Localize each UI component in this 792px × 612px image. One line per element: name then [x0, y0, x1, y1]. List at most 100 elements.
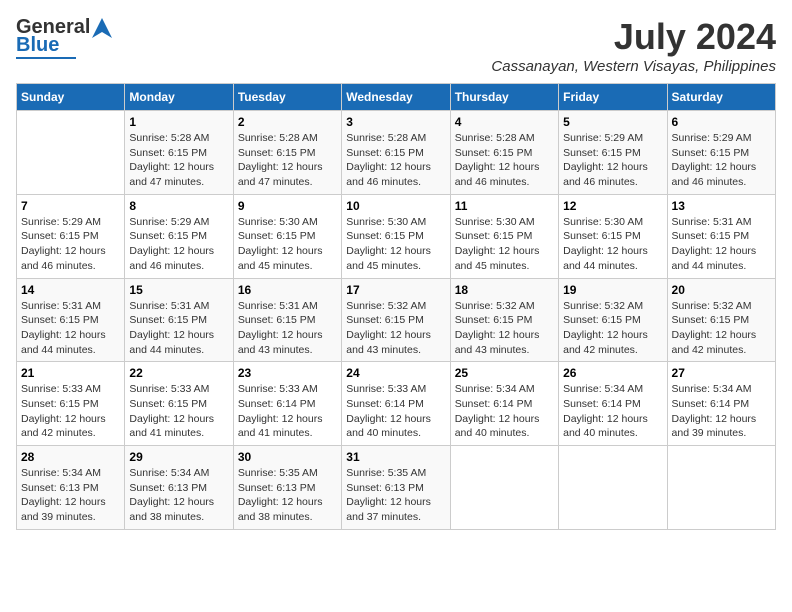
calendar-cell: 5 Sunrise: 5:29 AM Sunset: 6:15 PM Daylig… — [559, 111, 667, 195]
day-info: Sunrise: 5:32 AM Sunset: 6:15 PM Dayligh… — [346, 299, 445, 358]
day-info: Sunrise: 5:35 AM Sunset: 6:13 PM Dayligh… — [346, 466, 445, 525]
calendar-header-row: SundayMondayTuesdayWednesdayThursdayFrid… — [17, 84, 776, 111]
day-number: 2 — [238, 115, 337, 129]
column-header-sunday: Sunday — [17, 84, 125, 111]
day-info: Sunrise: 5:28 AM Sunset: 6:15 PM Dayligh… — [129, 131, 228, 190]
day-number: 20 — [672, 283, 771, 297]
day-info: Sunrise: 5:29 AM Sunset: 6:15 PM Dayligh… — [563, 131, 662, 190]
day-number: 10 — [346, 199, 445, 213]
column-header-wednesday: Wednesday — [342, 84, 450, 111]
day-number: 16 — [238, 283, 337, 297]
day-info: Sunrise: 5:29 AM Sunset: 6:15 PM Dayligh… — [21, 215, 120, 274]
calendar-cell: 16 Sunrise: 5:31 AM Sunset: 6:15 PM Dayli… — [233, 278, 341, 362]
day-info: Sunrise: 5:30 AM Sunset: 6:15 PM Dayligh… — [455, 215, 554, 274]
day-info: Sunrise: 5:33 AM Sunset: 6:15 PM Dayligh… — [129, 382, 228, 441]
day-info: Sunrise: 5:31 AM Sunset: 6:15 PM Dayligh… — [238, 299, 337, 358]
calendar-cell: 29Sunrise: 5:34 AM Sunset: 6:13 PM Dayli… — [125, 446, 233, 530]
calendar-cell: 31 Sunrise: 5:35 AM Sunset: 6:13 PM Dayli… — [342, 446, 450, 530]
day-number: 23 — [238, 366, 337, 380]
calendar-cell: 17 Sunrise: 5:32 AM Sunset: 6:15 PM Dayli… — [342, 278, 450, 362]
calendar-cell: 11 Sunrise: 5:30 AM Sunset: 6:15 PM Dayli… — [450, 194, 558, 278]
calendar-cell — [17, 111, 125, 195]
calendar-cell: 30 Sunrise: 5:35 AM Sunset: 6:13 PM Dayli… — [233, 446, 341, 530]
calendar-week-row: 1 Sunrise: 5:28 AM Sunset: 6:15 PM Daylig… — [17, 111, 776, 195]
logo-bird-icon — [92, 18, 112, 38]
day-number: 24 — [346, 366, 445, 380]
day-info: Sunrise: 5:30 AM Sunset: 6:15 PM Dayligh… — [563, 215, 662, 274]
day-number: 15 — [129, 283, 228, 297]
day-number: 17 — [346, 283, 445, 297]
calendar-cell — [450, 446, 558, 530]
calendar-cell: 25Sunrise: 5:34 AM Sunset: 6:14 PM Dayli… — [450, 362, 558, 446]
day-info: Sunrise: 5:31 AM Sunset: 6:15 PM Dayligh… — [672, 215, 771, 274]
month-year-title: July 2024 — [491, 16, 776, 58]
calendar-cell: 20 Sunrise: 5:32 AM Sunset: 6:15 PM Dayli… — [667, 278, 775, 362]
calendar-cell: 13 Sunrise: 5:31 AM Sunset: 6:15 PM Dayli… — [667, 194, 775, 278]
column-header-saturday: Saturday — [667, 84, 775, 111]
logo-underline — [16, 57, 76, 59]
calendar-week-row: 28Sunrise: 5:34 AM Sunset: 6:13 PM Dayli… — [17, 446, 776, 530]
day-number: 18 — [455, 283, 554, 297]
calendar-cell: 4 Sunrise: 5:28 AM Sunset: 6:15 PM Daylig… — [450, 111, 558, 195]
day-info: Sunrise: 5:28 AM Sunset: 6:15 PM Dayligh… — [346, 131, 445, 190]
day-info: Sunrise: 5:29 AM Sunset: 6:15 PM Dayligh… — [672, 131, 771, 190]
calendar-cell: 24Sunrise: 5:33 AM Sunset: 6:14 PM Dayli… — [342, 362, 450, 446]
day-info: Sunrise: 5:28 AM Sunset: 6:15 PM Dayligh… — [455, 131, 554, 190]
day-number: 21 — [21, 366, 120, 380]
day-info: Sunrise: 5:32 AM Sunset: 6:15 PM Dayligh… — [672, 299, 771, 358]
calendar-cell: 23Sunrise: 5:33 AM Sunset: 6:14 PM Dayli… — [233, 362, 341, 446]
calendar-cell: 3 Sunrise: 5:28 AM Sunset: 6:15 PM Daylig… — [342, 111, 450, 195]
day-number: 13 — [672, 199, 771, 213]
day-number: 31 — [346, 450, 445, 464]
day-number: 1 — [129, 115, 228, 129]
day-number: 3 — [346, 115, 445, 129]
day-info: Sunrise: 5:31 AM Sunset: 6:15 PM Dayligh… — [129, 299, 228, 358]
calendar-cell: 18Sunrise: 5:32 AM Sunset: 6:15 PM Dayli… — [450, 278, 558, 362]
day-number: 11 — [455, 199, 554, 213]
day-number: 26 — [563, 366, 662, 380]
location-subtitle: Cassanayan, Western Visayas, Philippines — [491, 58, 776, 75]
calendar-cell: 12 Sunrise: 5:30 AM Sunset: 6:15 PM Dayli… — [559, 194, 667, 278]
day-number: 29 — [129, 450, 228, 464]
title-area: July 2024 Cassanayan, Western Visayas, P… — [491, 16, 776, 75]
calendar-cell: 22 Sunrise: 5:33 AM Sunset: 6:15 PM Dayli… — [125, 362, 233, 446]
day-info: Sunrise: 5:30 AM Sunset: 6:15 PM Dayligh… — [346, 215, 445, 274]
calendar-cell — [667, 446, 775, 530]
calendar-cell: 6 Sunrise: 5:29 AM Sunset: 6:15 PM Daylig… — [667, 111, 775, 195]
day-number: 9 — [238, 199, 337, 213]
calendar-week-row: 7 Sunrise: 5:29 AM Sunset: 6:15 PM Daylig… — [17, 194, 776, 278]
calendar-cell: 28Sunrise: 5:34 AM Sunset: 6:13 PM Dayli… — [17, 446, 125, 530]
calendar-cell: 7 Sunrise: 5:29 AM Sunset: 6:15 PM Daylig… — [17, 194, 125, 278]
day-number: 22 — [129, 366, 228, 380]
calendar-week-row: 21 Sunrise: 5:33 AM Sunset: 6:15 PM Dayli… — [17, 362, 776, 446]
day-info: Sunrise: 5:29 AM Sunset: 6:15 PM Dayligh… — [129, 215, 228, 274]
page-header: General Blue July 2024 Cassanayan, Weste… — [16, 16, 776, 75]
day-info: Sunrise: 5:34 AM Sunset: 6:14 PM Dayligh… — [672, 382, 771, 441]
day-number: 6 — [672, 115, 771, 129]
day-number: 8 — [129, 199, 228, 213]
column-header-friday: Friday — [559, 84, 667, 111]
day-number: 30 — [238, 450, 337, 464]
calendar-cell: 10 Sunrise: 5:30 AM Sunset: 6:15 PM Dayli… — [342, 194, 450, 278]
day-info: Sunrise: 5:34 AM Sunset: 6:13 PM Dayligh… — [21, 466, 120, 525]
calendar-cell: 15 Sunrise: 5:31 AM Sunset: 6:15 PM Dayli… — [125, 278, 233, 362]
day-info: Sunrise: 5:31 AM Sunset: 6:15 PM Dayligh… — [21, 299, 120, 358]
calendar-week-row: 14Sunrise: 5:31 AM Sunset: 6:15 PM Dayli… — [17, 278, 776, 362]
day-info: Sunrise: 5:33 AM Sunset: 6:15 PM Dayligh… — [21, 382, 120, 441]
day-info: Sunrise: 5:32 AM Sunset: 6:15 PM Dayligh… — [563, 299, 662, 358]
calendar-cell: 1 Sunrise: 5:28 AM Sunset: 6:15 PM Daylig… — [125, 111, 233, 195]
calendar-cell — [559, 446, 667, 530]
calendar-cell: 21 Sunrise: 5:33 AM Sunset: 6:15 PM Dayli… — [17, 362, 125, 446]
day-number: 7 — [21, 199, 120, 213]
column-header-thursday: Thursday — [450, 84, 558, 111]
day-info: Sunrise: 5:35 AM Sunset: 6:13 PM Dayligh… — [238, 466, 337, 525]
calendar-cell: 14Sunrise: 5:31 AM Sunset: 6:15 PM Dayli… — [17, 278, 125, 362]
calendar-table: SundayMondayTuesdayWednesdayThursdayFrid… — [16, 83, 776, 530]
calendar-cell: 26Sunrise: 5:34 AM Sunset: 6:14 PM Dayli… — [559, 362, 667, 446]
calendar-cell: 19Sunrise: 5:32 AM Sunset: 6:15 PM Dayli… — [559, 278, 667, 362]
day-number: 5 — [563, 115, 662, 129]
logo-blue: Blue — [16, 35, 59, 55]
logo: General Blue — [16, 16, 112, 59]
day-number: 12 — [563, 199, 662, 213]
day-number: 4 — [455, 115, 554, 129]
